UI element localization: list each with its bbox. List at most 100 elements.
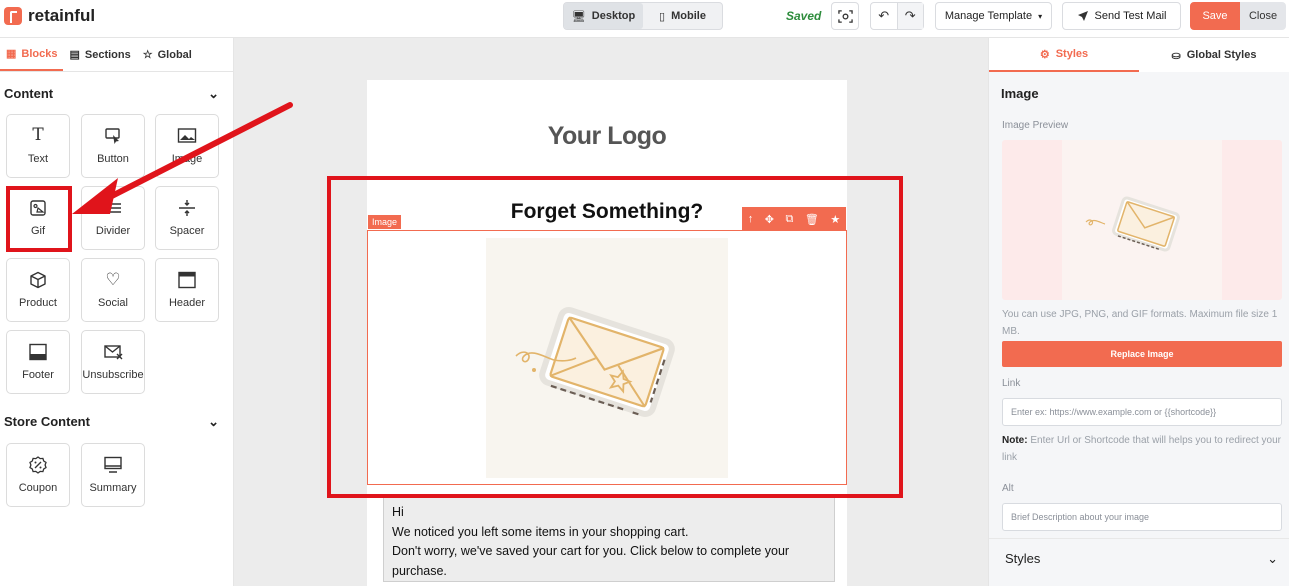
redo-icon[interactable]: ↷ — [896, 3, 923, 29]
block-spacer[interactable]: Spacer — [155, 186, 219, 250]
body-line: Don't worry, we've saved your cart for y… — [392, 544, 790, 558]
send-test-label: Send Test Mail — [1094, 10, 1167, 22]
desktop-button[interactable]: 🖥 Desktop — [564, 3, 643, 29]
block-footer[interactable]: Footer — [6, 330, 70, 394]
mobile-label: Mobile — [671, 10, 706, 22]
block-label: Button — [97, 153, 129, 165]
body-line: purchase. — [392, 563, 447, 578]
scan-eye-icon — [837, 9, 853, 23]
text-icon: T — [32, 125, 44, 145]
monitor-icon: 🖥 — [571, 10, 586, 23]
block-label: Unsubscribe — [82, 369, 144, 381]
chevron-down-icon: ⌄ — [208, 86, 219, 101]
tab-styles-label: Styles — [1055, 48, 1089, 60]
email-body-text[interactable]: Hi We noticed you left some items in you… — [383, 496, 835, 582]
preview-button[interactable] — [831, 2, 859, 30]
body-line: Hi — [392, 505, 404, 519]
mobile-button[interactable]: ▯ Mobile — [643, 3, 722, 29]
image-preview-label: Image Preview — [1002, 120, 1069, 131]
heart-icon: ♡ — [105, 270, 121, 289]
block-unsubscribe[interactable]: Unsubscribe — [81, 330, 145, 394]
phone-icon: ▯ — [659, 10, 666, 23]
store-content-section-header[interactable]: Store Content ⌄ — [4, 414, 219, 430]
tab-global[interactable]: ☆ Global — [137, 38, 198, 71]
image-preview-thumb — [1062, 140, 1222, 300]
image-icon — [177, 128, 197, 143]
block-coupon[interactable]: Coupon — [6, 443, 70, 507]
link-input[interactable]: Enter ex: https://www.example.com or {{s… — [1002, 398, 1282, 426]
annotation-highlight-gif — [6, 186, 72, 252]
block-label: Spacer — [169, 225, 205, 237]
save-status: Saved — [786, 9, 822, 23]
badge-percent-icon — [29, 456, 47, 474]
manage-template-button[interactable]: Manage Template ▾ — [935, 2, 1052, 30]
grid-icon: ▦ — [6, 48, 17, 60]
save-label: Save — [1202, 10, 1228, 22]
styles-accordion[interactable]: Styles ⌄ — [989, 538, 1289, 578]
star-icon: ☆ — [142, 49, 153, 61]
replace-image-button[interactable]: Replace Image — [1002, 341, 1282, 367]
block-product[interactable]: Product — [6, 258, 70, 322]
block-header[interactable]: Header — [155, 258, 219, 322]
tab-global-label: Global — [157, 48, 192, 61]
link-label: Link — [1002, 378, 1021, 389]
block-image[interactable]: Image — [155, 114, 219, 178]
paint-bucket-icon: ⛀ — [1171, 49, 1181, 62]
content-section-header[interactable]: Content ⌄ — [4, 86, 219, 102]
cursor-click-icon — [105, 128, 120, 144]
left-tabs: ▦ Blocks ▤ Sections ☆ Global — [0, 38, 233, 72]
link-note: Note: Enter Url or Shortcode that will h… — [1002, 432, 1282, 466]
alt-label: Alt — [1002, 483, 1014, 494]
block-label: Product — [19, 297, 57, 309]
tab-blocks[interactable]: ▦ Blocks — [0, 38, 64, 71]
email-logo[interactable]: Your Logo — [367, 122, 847, 151]
annotation-highlight-image — [327, 176, 903, 498]
alt-placeholder: Brief Description about your image — [1011, 512, 1150, 522]
top-bar: retainful 🖥 Desktop ▯ Mobile Saved ↶ ↷ M… — [0, 0, 1289, 38]
envelope-thumbnail — [1085, 196, 1180, 252]
block-label: Header — [168, 297, 206, 309]
note-label: Note: — [1002, 435, 1028, 446]
chevron-down-icon: ⌄ — [1267, 550, 1278, 566]
retainful-logo-icon — [4, 7, 22, 25]
note-text: Enter Url or Shortcode that will helps y… — [1002, 435, 1282, 463]
save-button[interactable]: Save — [1190, 2, 1240, 30]
monitor-icon — [104, 456, 122, 473]
tab-styles[interactable]: ⚙ Styles — [989, 38, 1139, 72]
block-label: Footer — [22, 369, 54, 381]
close-button[interactable]: Close — [1240, 2, 1286, 30]
link-placeholder: Enter ex: https://www.example.com or {{s… — [1011, 407, 1217, 417]
brand-name: retainful — [28, 6, 96, 25]
styles-accordion-label: Styles — [1005, 551, 1041, 566]
footer-icon — [29, 343, 47, 361]
block-button[interactable]: Button — [81, 114, 145, 178]
tab-sections-label: Sections — [84, 48, 131, 61]
block-label: Image — [171, 153, 203, 165]
block-label: Social — [98, 297, 128, 309]
mail-x-icon — [104, 345, 123, 360]
send-test-mail-button[interactable]: Send Test Mail — [1062, 2, 1181, 30]
image-preview — [1002, 140, 1282, 300]
divider-icon — [105, 203, 121, 213]
block-text[interactable]: T Text — [6, 114, 70, 178]
block-label: Summary — [89, 482, 137, 494]
undo-redo-group: ↶ ↷ — [870, 2, 924, 30]
block-label: Divider — [95, 225, 131, 237]
gear-icon: ⚙ — [1039, 48, 1050, 61]
alt-input[interactable]: Brief Description about your image — [1002, 503, 1282, 531]
brand-logo[interactable]: retainful — [4, 6, 95, 26]
image-format-help: You can use JPG, PNG, and GIF formats. M… — [1002, 309, 1278, 337]
block-divider[interactable]: Divider — [81, 186, 145, 250]
block-social[interactable]: ♡ Social — [81, 258, 145, 322]
undo-icon[interactable]: ↶ — [871, 3, 897, 29]
chevron-down-icon: ▾ — [1038, 11, 1043, 21]
tab-global-styles[interactable]: ⛀ Global Styles — [1139, 38, 1289, 72]
cube-icon — [30, 271, 46, 289]
block-label: Coupon — [18, 482, 58, 494]
close-label: Close — [1248, 10, 1278, 22]
sections-icon: ▤ — [69, 49, 80, 61]
block-summary[interactable]: Summary — [81, 443, 145, 507]
right-tabs: ⚙ Styles ⛀ Global Styles — [989, 38, 1289, 72]
tab-sections[interactable]: ▤ Sections — [63, 38, 136, 71]
tab-global-styles-label: Global Styles — [1186, 49, 1257, 61]
